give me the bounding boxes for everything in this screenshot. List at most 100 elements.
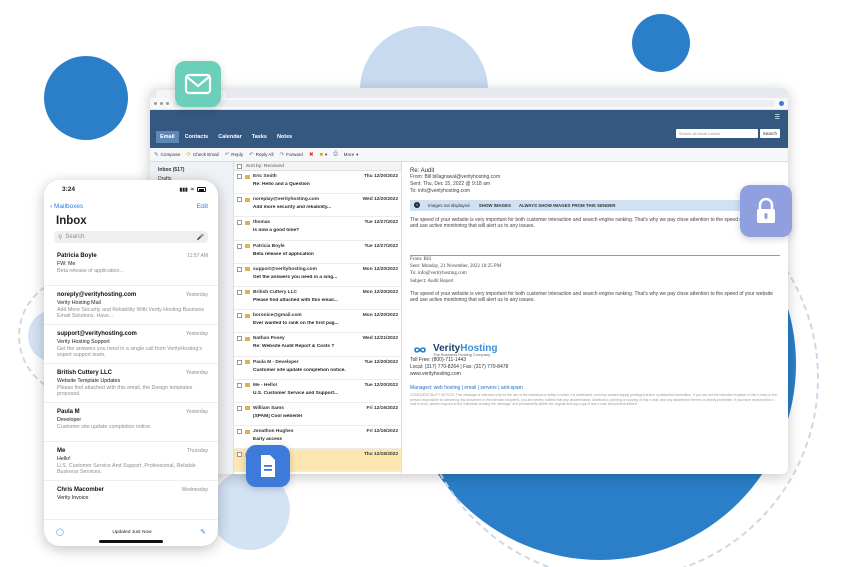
edit-button[interactable]: Edit <box>197 203 208 210</box>
mail-badge <box>175 61 221 107</box>
phone-search-field[interactable]: ⚲ Search 🎤 <box>54 231 208 243</box>
message-row[interactable]: thomas Tue 12/27/2022 Is now a good time? <box>234 217 401 241</box>
row-subject: Ever wanted to rank on the first pag... <box>253 321 339 327</box>
envelope-icon <box>245 313 250 318</box>
home-indicator <box>99 540 163 543</box>
forward-button[interactable]: ↷ Forward <box>280 152 303 158</box>
phone-msg-preview: Get the answers you need in a single cal… <box>57 345 202 358</box>
phone-message-item[interactable]: Patricia Boyle 11:57 AM FW: Me Beta release… <box>44 247 218 286</box>
compose-label: Compose <box>160 152 181 157</box>
row-date: Tue 12/27/2022 <box>364 220 398 226</box>
mail-search-button[interactable]: Search <box>759 129 780 138</box>
row-checkbox[interactable] <box>237 336 242 342</box>
check-email-button[interactable]: ⟳ Check Email <box>186 152 218 158</box>
phone-msg-time: 11:57 AM <box>187 253 208 259</box>
wifi-icon: ≈ <box>190 186 194 193</box>
nav-tab-contacts[interactable]: Contacts <box>181 131 213 143</box>
phone-system-icons: ▮▮▮ ≈ <box>179 187 206 193</box>
reply-all-button[interactable]: ↶ Reply All <box>249 152 273 158</box>
browser-tab-strip <box>150 88 788 98</box>
row-checkbox[interactable] <box>237 243 242 249</box>
message-row[interactable]: boronice@gmail.com Mon 12/20/2022 Ever wan… <box>234 310 401 334</box>
mailboxes-back-button[interactable]: ‹ Mailboxes <box>50 203 83 210</box>
row-checkbox[interactable] <box>237 405 242 411</box>
message-row[interactable]: Me - Hello! Tue 12/20/2022 U.S. Customer S… <box>234 380 401 403</box>
forward-label: Forward <box>286 152 303 157</box>
reply-icon: ↶ <box>224 151 230 158</box>
reply-button[interactable]: ↶ Reply <box>225 152 243 158</box>
row-sender: Paula M - Developer <box>253 359 299 365</box>
message-row[interactable]: support@verityhosting.com Mon 12/20/2022 G… <box>234 264 401 287</box>
message-row[interactable]: British Cuttery LLC Mon 12/20/2022 Please … <box>234 287 401 311</box>
row-checkbox[interactable] <box>237 174 242 179</box>
envelope-icon <box>245 220 250 225</box>
select-all-checkbox[interactable] <box>237 163 242 169</box>
message-row[interactable]: noreplay@verityhosting.com Wed 12/20/2022… <box>234 194 401 218</box>
row-sender: thomas <box>253 220 271 226</box>
move-folder-button[interactable]: ■ ▾ <box>320 152 328 158</box>
compose-icon[interactable]: ✎ <box>200 528 206 536</box>
row-sender: William Sams <box>253 405 284 411</box>
row-checkbox[interactable] <box>237 220 242 226</box>
row-checkbox[interactable] <box>237 452 242 458</box>
row-checkbox[interactable] <box>237 289 242 295</box>
phone-message-item[interactable]: noreply@verityhosting.com Yesterday Verity… <box>44 286 218 325</box>
microphone-icon[interactable]: 🎤 <box>197 234 204 241</box>
envelope-icon <box>245 267 250 272</box>
phone-msg-preview: Beta release of application... <box>57 267 124 274</box>
message-row[interactable]: Eric Smith Thu 12/20/2022 Re: Hello and a … <box>234 171 401 195</box>
phone-msg-preview: U.S. Customer Service And Support, Profe… <box>57 462 196 475</box>
row-sender: Eric Smith <box>253 174 277 179</box>
phone-msg-time: Wednesday <box>181 487 208 493</box>
sig-local-fax: Local: (317) 770-8264 | Fax: (317) 770-8… <box>410 364 509 371</box>
envelope-icon <box>245 244 250 249</box>
hamburger-menu-icon[interactable]: ☰ <box>775 114 780 121</box>
url-field[interactable]: mail.site.com <box>173 100 775 107</box>
more-button[interactable]: More ▾ <box>344 152 359 158</box>
envelope-icon <box>245 406 250 411</box>
browser-nav-buttons[interactable] <box>154 102 169 105</box>
search-icon: ⚲ <box>58 234 63 241</box>
row-checkbox[interactable] <box>237 382 242 388</box>
row-checkbox[interactable] <box>237 429 242 435</box>
profile-icon[interactable] <box>779 101 784 106</box>
folder-inbox[interactable]: Inbox (517) <box>158 166 225 175</box>
row-checkbox[interactable] <box>237 266 242 272</box>
mail-content: Inbox (517) Drafts Sort by: Received Eri… <box>150 162 788 474</box>
phone-msg-subject: Verity Hosting Support <box>57 338 110 345</box>
message-row[interactable]: William Sams Fri 12/16/2022 [SPAM] Cool we… <box>234 403 401 427</box>
sig-website[interactable]: www.verityhosting.com <box>410 371 780 378</box>
sort-dropdown[interactable]: Sort by: Received <box>246 164 284 169</box>
sig-managed-services[interactable]: Managed: web hosting | email | servers |… <box>410 385 780 391</box>
message-row[interactable]: Nathan Posey Wed 12/21/2022 Re: Website Au… <box>234 333 401 357</box>
nav-tab-tasks[interactable]: Tasks <box>248 131 271 143</box>
chevron-down-icon: ▾ <box>324 151 328 157</box>
phone-message-item[interactable]: Chris Macomber Wednesday Verity Invoice <box>44 481 218 520</box>
phone-message-item[interactable]: Me Thursday Hello! U.S. Customer Service An… <box>44 442 218 481</box>
row-checkbox[interactable] <box>237 359 242 365</box>
email-signature: VerityHosting The Business Hosting Compa… <box>410 343 780 407</box>
phone-message-item[interactable]: British Cuttery LLC Yesterday Website Temp… <box>44 364 218 403</box>
print-button[interactable]: ⎙ <box>333 151 337 158</box>
nav-tab-notes[interactable]: Notes <box>273 131 296 143</box>
nav-tab-calendar[interactable]: Calendar <box>214 131 246 143</box>
row-checkbox[interactable] <box>237 197 242 203</box>
mail-search-input[interactable]: Search all email folders <box>675 129 758 138</box>
message-row[interactable]: Paula M - Developer Tue 12/20/2022 Custome… <box>234 357 401 380</box>
nav-tab-email[interactable]: Email <box>156 131 179 143</box>
always-show-images-link[interactable]: ALWAYS SHOW IMAGES FROM THIS SENDER <box>519 203 615 208</box>
message-row[interactable]: Patricia Boyle Tue 12/27/2022 Beta release… <box>234 241 401 264</box>
message-list-header: Sort by: Received <box>234 162 401 171</box>
refresh-icon: ⟳ <box>186 151 191 158</box>
compose-button[interactable]: ✎ Compose <box>154 152 180 158</box>
row-date: Fri 12/16/2022 <box>366 405 398 411</box>
phone-message-item[interactable]: support@verityhosting.com Yesterday Verity… <box>44 325 218 364</box>
delete-button[interactable]: ✖ <box>309 152 314 158</box>
phone-message-item[interactable]: Paula M Yesterday Developer Customer site u… <box>44 403 218 442</box>
row-date: Thu 12/20/2022 <box>363 174 398 179</box>
filter-icon[interactable]: ◯ <box>56 528 64 536</box>
row-sender: boronice@gmail.com <box>253 313 302 319</box>
show-images-link[interactable]: SHOW IMAGES <box>479 203 511 208</box>
row-body: boronice@gmail.com Mon 12/20/2022 Ever wan… <box>253 313 398 332</box>
row-checkbox[interactable] <box>237 313 242 319</box>
